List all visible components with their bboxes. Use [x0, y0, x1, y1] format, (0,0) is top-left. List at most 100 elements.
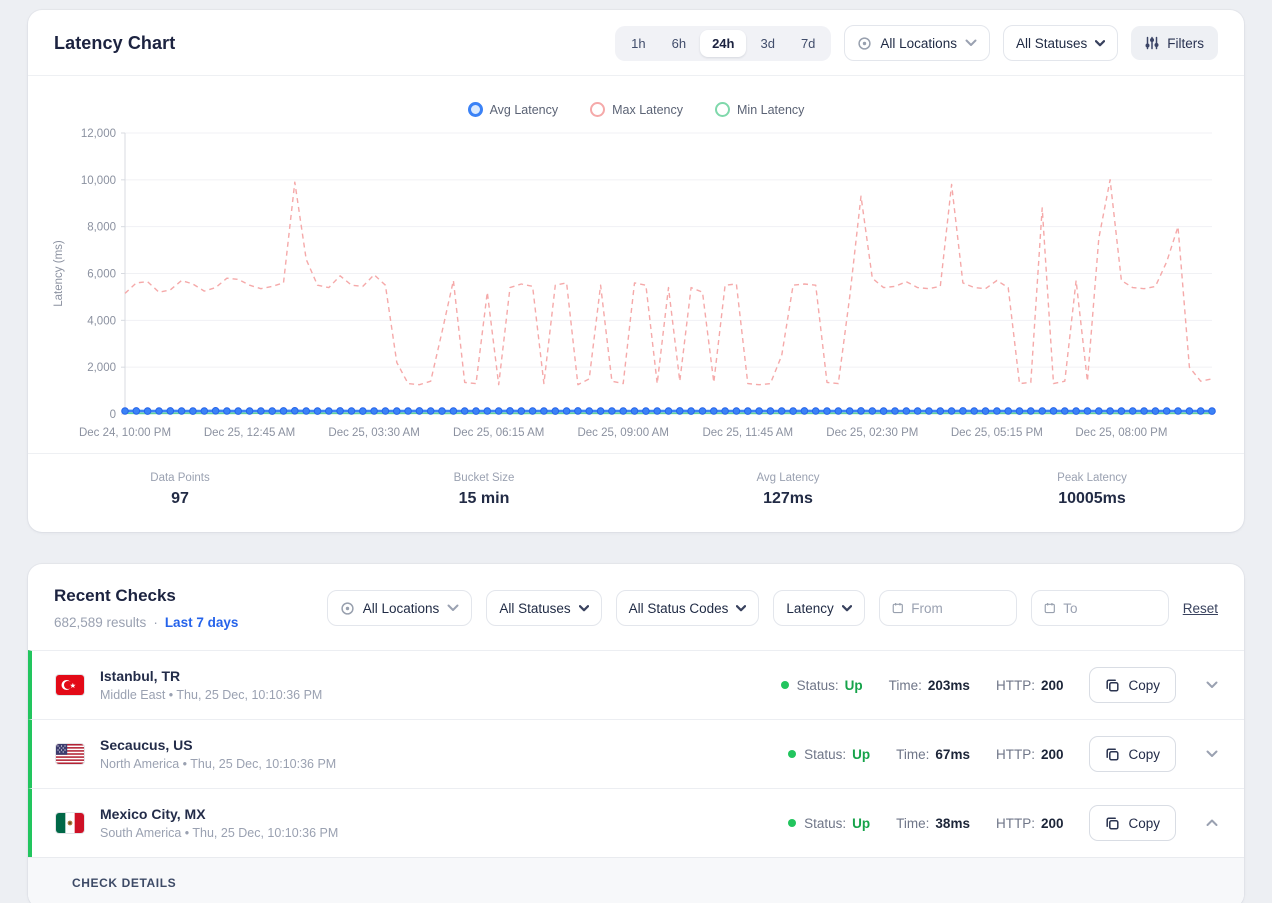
- chevron-down-icon[interactable]: [1202, 746, 1222, 762]
- time-range-6h[interactable]: 6h: [660, 30, 698, 57]
- copy-label: Copy: [1128, 747, 1160, 762]
- status-label: Status:: [797, 678, 839, 693]
- check-http: HTTP:200: [996, 678, 1064, 693]
- legend-item-min-latency[interactable]: Min Latency: [715, 102, 804, 117]
- time-range-7d[interactable]: 7d: [789, 30, 827, 57]
- legend-marker-icon: [468, 102, 483, 117]
- check-row-right: Status:UpTime:203msHTTP:200Copy: [781, 667, 1222, 703]
- stat-value: 15 min: [332, 490, 636, 508]
- max-latency-line: [125, 180, 1212, 385]
- stat-label: Avg Latency: [636, 472, 940, 484]
- chart-stats-row: Data Points97Bucket Size 15 minAvg Latenc…: [28, 453, 1244, 532]
- legend-label: Min Latency: [737, 103, 804, 117]
- check-details-heading: CHECK DETAILS: [72, 876, 1200, 890]
- copy-button[interactable]: Copy: [1089, 667, 1176, 703]
- legend-item-max-latency[interactable]: Max Latency: [590, 102, 683, 117]
- stat-label: Data Points: [28, 472, 332, 484]
- check-row[interactable]: Istanbul, TRMiddle East • Thu, 25 Dec, 1…: [28, 650, 1244, 719]
- legend-item-avg-latency[interactable]: Avg Latency: [468, 102, 559, 117]
- chart-locations-label: All Locations: [880, 36, 957, 51]
- copy-label: Copy: [1128, 678, 1160, 693]
- check-city: Mexico City, MX: [100, 806, 338, 822]
- chart-locations-dropdown[interactable]: All Locations: [844, 25, 990, 61]
- y-tick-label: 6,000: [87, 269, 116, 281]
- y-tick-label: 10,000: [81, 175, 116, 187]
- latency-chart-controls: 1h6h24h3d7d All Locations All Statuses: [615, 25, 1218, 61]
- copy-icon: [1105, 678, 1120, 693]
- x-tick-label: Dec 25, 03:30 AM: [328, 427, 419, 439]
- check-meta: North America • Thu, 25 Dec, 10:10:36 PM: [100, 757, 336, 771]
- x-tick-label: Dec 25, 02:30 PM: [826, 427, 918, 439]
- latency-chart-card: Latency Chart 1h6h24h3d7d All Locations …: [28, 10, 1244, 532]
- stat-value: 10005ms: [940, 490, 1244, 508]
- status-dot-icon: [788, 819, 796, 827]
- y-tick-label: 8,000: [87, 222, 116, 234]
- location-icon: [340, 601, 355, 616]
- recent-checks-card: Recent Checks 682,589 results · Last 7 d…: [28, 564, 1244, 903]
- filters-label: Filters: [1167, 36, 1204, 51]
- copy-label: Copy: [1128, 816, 1160, 831]
- y-tick-label: 2,000: [87, 362, 116, 374]
- date-to-input[interactable]: [1063, 601, 1155, 616]
- http-value: 200: [1041, 816, 1064, 831]
- time-value: 67ms: [935, 747, 970, 762]
- recent-checks-title-block: Recent Checks 682,589 results · Last 7 d…: [54, 586, 238, 630]
- chevron-down-icon[interactable]: [1202, 677, 1222, 693]
- legend-marker-icon: [715, 102, 730, 117]
- calendar-icon: [1044, 601, 1056, 615]
- sliders-icon: [1145, 36, 1159, 50]
- time-range-1h[interactable]: 1h: [619, 30, 657, 57]
- stat-label: Bucket Size: [332, 472, 636, 484]
- time-range-3d[interactable]: 3d: [748, 30, 786, 57]
- chevron-down-icon: [447, 604, 459, 612]
- rc-statuses-select[interactable]: All Statuses: [486, 590, 601, 626]
- status-label: Status:: [804, 816, 846, 831]
- status-value: Up: [852, 747, 870, 762]
- legend-label: Avg Latency: [490, 103, 559, 117]
- location-icon: [857, 36, 872, 51]
- y-tick-label: 0: [110, 409, 116, 421]
- check-status: Status: Up: [788, 816, 870, 831]
- time-label: Time:: [896, 747, 929, 762]
- chart-legend: Avg Latency Max Latency Min Latency: [28, 76, 1244, 123]
- stat-value: 127ms: [636, 490, 940, 508]
- rc-sort-select[interactable]: Latency: [773, 590, 864, 626]
- copy-button[interactable]: Copy: [1089, 736, 1176, 772]
- check-details-panel: CHECK DETAILS: [28, 857, 1244, 903]
- time-label: Time:: [889, 678, 922, 693]
- x-tick-label: Dec 25, 11:45 AM: [702, 427, 793, 439]
- http-label: HTTP:: [996, 678, 1035, 693]
- check-row-left: Secaucus, US North America • Thu, 25 Dec,…: [56, 737, 336, 771]
- check-row-right: Status:UpTime:67msHTTP:200Copy: [788, 736, 1222, 772]
- stat-peak-latency: Peak Latency 10005ms: [940, 472, 1244, 508]
- chart-statuses-select[interactable]: All Statuses: [1003, 25, 1118, 61]
- rc-locations-dropdown[interactable]: All Locations: [327, 590, 473, 626]
- check-location-block: Secaucus, US North America • Thu, 25 Dec,…: [100, 737, 336, 771]
- stat-label: Peak Latency: [940, 472, 1244, 484]
- status-value: Up: [852, 816, 870, 831]
- check-city: Secaucus, US: [100, 737, 336, 753]
- time-range-24h[interactable]: 24h: [700, 30, 746, 57]
- legend-label: Max Latency: [612, 103, 683, 117]
- x-tick-label: Dec 25, 12:45 AM: [204, 427, 295, 439]
- country-flag-icon: [56, 813, 84, 833]
- copy-button[interactable]: Copy: [1089, 805, 1176, 841]
- x-tick-label: Dec 25, 05:15 PM: [951, 427, 1043, 439]
- date-from-input[interactable]: [911, 601, 1003, 616]
- http-label: HTTP:: [996, 747, 1035, 762]
- dashboard-page: Latency Chart 1h6h24h3d7d All Locations …: [0, 0, 1272, 903]
- filters-button[interactable]: Filters: [1131, 26, 1218, 60]
- reset-filters-link[interactable]: Reset: [1183, 601, 1218, 616]
- status-value: Up: [845, 678, 863, 693]
- copy-icon: [1105, 816, 1120, 831]
- chevron-down-icon: [965, 39, 977, 47]
- check-row[interactable]: Mexico City, MXSouth America • Thu, 25 D…: [28, 788, 1244, 857]
- check-time: Time:38ms: [896, 816, 970, 831]
- check-location-block: Mexico City, MXSouth America • Thu, 25 D…: [100, 806, 338, 840]
- chevron-up-icon[interactable]: [1202, 815, 1222, 831]
- stat-data-points: Data Points97: [28, 472, 332, 508]
- rc-status-codes-select[interactable]: All Status Codes: [616, 590, 760, 626]
- results-count: 682,589 results: [54, 615, 146, 630]
- check-row[interactable]: Secaucus, US North America • Thu, 25 Dec,…: [28, 719, 1244, 788]
- country-flag-icon: [56, 675, 84, 695]
